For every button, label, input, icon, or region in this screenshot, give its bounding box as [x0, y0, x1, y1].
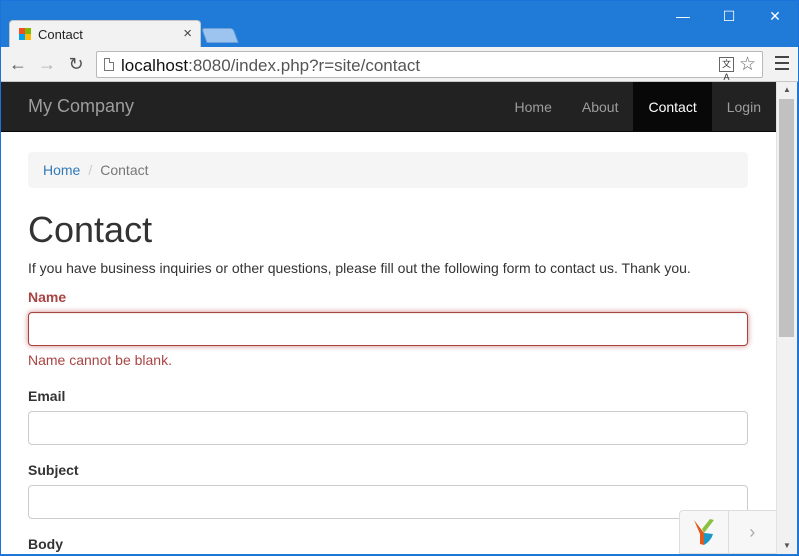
tab-title: Contact: [38, 27, 83, 42]
debug-toggle-button[interactable]: ›: [729, 511, 777, 553]
browser-menu-icon[interactable]: [775, 56, 789, 70]
breadcrumb: Home / Contact: [28, 152, 748, 188]
site-navbar: My Company Home About Contact Login: [1, 82, 776, 132]
brand-link[interactable]: My Company: [28, 96, 134, 117]
subject-label: Subject: [28, 462, 79, 478]
scroll-thumb[interactable]: [779, 99, 794, 337]
breadcrumb-separator: /: [88, 162, 93, 178]
bookmark-star-icon[interactable]: ☆: [739, 53, 756, 76]
maximize-button[interactable]: ☐: [706, 1, 752, 31]
forward-button[interactable]: →: [36, 53, 58, 75]
url-text[interactable]: localhost:8080/index.php?r=site/contact: [121, 56, 420, 76]
email-label: Email: [28, 388, 66, 404]
breadcrumb-home-link[interactable]: Home: [43, 162, 80, 178]
nav-item-login[interactable]: Login: [712, 82, 776, 132]
page-viewport: My Company Home About Contact Login Home…: [1, 82, 776, 554]
window-controls: — ☐ ✕: [660, 1, 798, 31]
page-icon: [104, 58, 114, 71]
nav-menu: Home About Contact Login: [500, 82, 776, 132]
nav-item-contact[interactable]: Contact: [633, 82, 712, 132]
vertical-scrollbar[interactable]: ▲ ▼: [776, 82, 797, 554]
name-label: Name: [28, 289, 67, 305]
url-path: :8080/index.php?r=site/contact: [188, 56, 421, 75]
scroll-up-arrow-icon[interactable]: ▲: [777, 82, 797, 98]
yii-logo-icon[interactable]: [680, 511, 729, 553]
favicon-icon: [19, 28, 31, 40]
page-title: Contact: [28, 209, 153, 250]
page-intro: If you have business inquiries or other …: [28, 260, 691, 276]
translate-icon[interactable]: 文A: [719, 57, 734, 82]
yii-debug-toolbar: ›: [679, 510, 776, 554]
reload-button[interactable]: ↻: [65, 53, 87, 75]
nav-item-home[interactable]: Home: [500, 82, 567, 132]
tab-close-icon[interactable]: ×: [183, 25, 192, 42]
title-bar: Contact × — ☐ ✕: [1, 1, 798, 48]
new-tab-button[interactable]: [201, 28, 239, 43]
browser-tab[interactable]: Contact ×: [9, 20, 201, 48]
nav-item-about[interactable]: About: [567, 82, 634, 132]
name-error-message: Name cannot be blank.: [28, 352, 172, 368]
address-bar[interactable]: localhost:8080/index.php?r=site/contact …: [96, 51, 763, 82]
subject-input[interactable]: [28, 485, 748, 519]
url-host: localhost: [121, 56, 189, 75]
back-button[interactable]: ←: [7, 53, 29, 75]
breadcrumb-current: Contact: [100, 162, 149, 178]
close-window-button[interactable]: ✕: [752, 1, 798, 31]
body-label: Body: [28, 536, 63, 552]
minimize-button[interactable]: —: [660, 1, 706, 31]
browser-toolbar: ← → ↻ localhost:8080/index.php?r=site/co…: [1, 47, 798, 82]
email-input[interactable]: [28, 411, 748, 445]
scroll-down-arrow-icon[interactable]: ▼: [777, 538, 797, 554]
name-input[interactable]: [28, 312, 748, 346]
